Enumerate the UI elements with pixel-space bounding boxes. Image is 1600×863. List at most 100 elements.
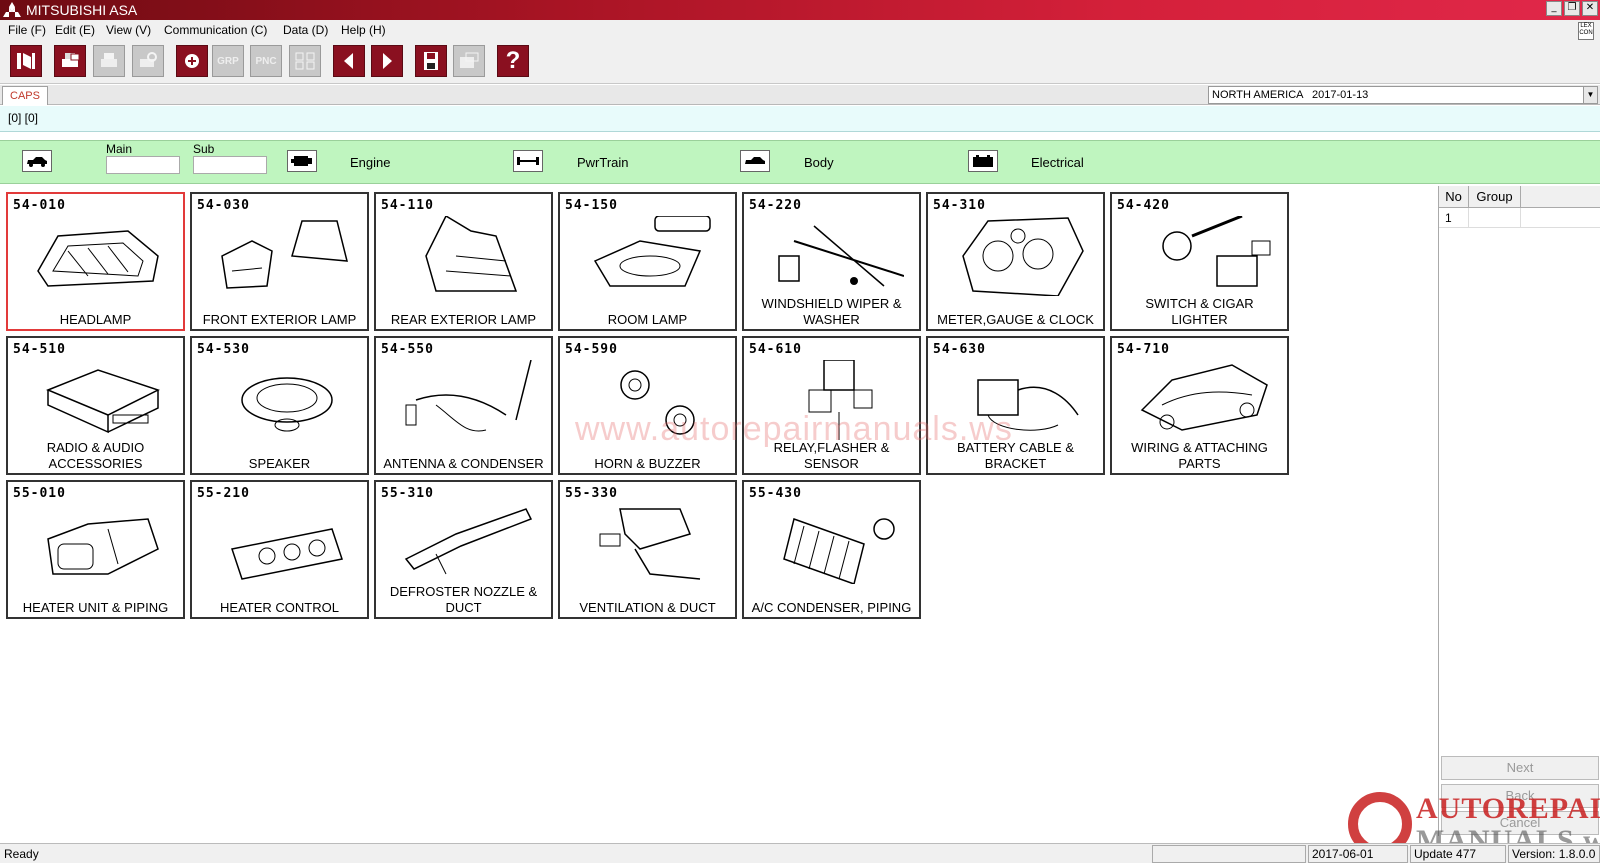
mitsubishi-logo-icon [3,2,21,17]
col-group-header[interactable]: Group [1469,186,1521,208]
tile-54-010[interactable]: 54-010 HEADLAMP [6,192,185,331]
car-icon [27,157,47,167]
next-page-button[interactable]: Next [1441,756,1599,780]
tile-54-310[interactable]: 54-310 METER,GAUGE & CLOCK [926,192,1105,331]
tile-code: 55-210 [197,486,250,501]
restore-button[interactable]: ❐ [1564,1,1580,16]
save-button[interactable] [415,45,447,77]
tile-code: 54-030 [197,198,250,213]
speaker-icon [241,377,333,432]
tile-code: 54-590 [565,342,618,357]
tile-54-610[interactable]: 54-610 RELAY,FLASHER & SENSOR [742,336,921,475]
tile-55-430[interactable]: 55-430 A/C CONDENSER, PIPING [742,480,921,619]
menu-edit[interactable]: Edit (E) [55,23,95,37]
previous-button[interactable] [333,45,365,77]
open-folder-button[interactable] [453,45,485,77]
menu-help[interactable]: Help (H) [341,23,386,37]
tile-55-330[interactable]: 55-330 VENTILATION & DUCT [558,480,737,619]
tile-54-590[interactable]: 54-590 HORN & BUZZER [558,336,737,475]
tile-54-630[interactable]: 54-630 BATTERY CABLE & BRACKET [926,336,1105,475]
pwrtrain-label[interactable]: PwrTrain [577,155,629,170]
tile-54-530[interactable]: 54-530 SPEAKER [190,336,369,475]
tile-54-710[interactable]: 54-710 WIRING & ATTACHING PARTS [1110,336,1289,475]
tile-code: 54-110 [381,198,434,213]
tile-code: 54-510 [13,342,66,357]
electrical-label[interactable]: Electrical [1031,155,1084,170]
minimize-button[interactable]: _ [1546,1,1562,16]
category-bar: Main Sub Engine PwrTrain Body Electrical [0,140,1600,184]
tile-label: SWITCH & CIGAR LIGHTER [1145,296,1254,327]
pnc-button[interactable]: PNC [250,45,282,77]
close-button[interactable]: ✕ [1582,1,1598,16]
menu-file[interactable]: File (F) [8,23,46,37]
zoom-in-button[interactable] [176,45,208,77]
help-button[interactable]: ? [497,45,529,77]
tile-code: 55-310 [381,486,434,501]
tile-code: 54-610 [749,342,802,357]
row-group [1469,208,1521,228]
status-update: Update 477 [1410,845,1506,863]
body-button[interactable] [740,150,770,172]
sub-input[interactable] [193,156,267,174]
group-list-panel: No Group 1 Next Back Cancel [1438,186,1600,836]
menu-view[interactable]: View (V) [106,23,151,37]
window-controls: _ ❐ ✕ [1546,1,1598,16]
vehicle-button[interactable] [22,150,52,172]
tile-label: HEATER CONTROL [220,600,339,615]
gauge-cluster-icon [962,217,1084,296]
print-button[interactable] [93,45,125,77]
engine-button[interactable] [287,150,317,172]
tile-54-150[interactable]: 54-150 ROOM LAMP [558,192,737,331]
grp-button[interactable]: GRP [212,45,244,77]
tile-code: 54-710 [1117,342,1170,357]
status-version: Version: 1.8.0.0 [1508,845,1600,863]
tile-54-110[interactable]: 54-110 REAR EXTERIOR LAMP [374,192,553,331]
region-select[interactable]: NORTH AMERICA 2017-01-13 ▼ [1208,86,1598,104]
menu-data[interactable]: Data (D) [283,23,328,37]
tile-54-220[interactable]: 54-220 WINDSHIELD WIPER & WASHER [742,192,921,331]
exterior-lamp-icon [221,220,348,289]
exit-button[interactable] [10,45,42,77]
tile-55-310[interactable]: 55-310 DEFROSTER NOZZLE & DUCT [374,480,553,619]
tile-54-550[interactable]: 54-550 ANTENNA & CONDENSER [374,336,553,475]
wiper-icon [778,225,904,287]
tile-54-420[interactable]: 54-420 SWITCH & CIGAR LIGHTER [1110,192,1289,331]
toolbar: GRP PNC ? [0,40,1600,84]
grp-label: GRP [217,55,239,67]
tile-label: HEATER UNIT & PIPING [22,600,169,615]
col-no-header[interactable]: No [1439,186,1469,208]
status-text: Ready [4,847,39,861]
printer-disabled-icon [101,53,117,67]
engine-label[interactable]: Engine [350,155,390,170]
tile-55-010[interactable]: 55-010 HEATER UNIT & PIPING [6,480,185,619]
lexcon-icon[interactable]: LEX CON [1578,22,1594,40]
group-list-header: No Group [1439,186,1600,208]
tile-54-030[interactable]: 54-030 FRONT EXTERIOR LAMP [190,192,369,331]
tile-label: A/C CONDENSER, PIPING [751,600,912,615]
radio-icon [46,369,160,434]
tile-code: 55-430 [749,486,802,501]
watermark-brand-line1: AUTOREPAIR [1416,792,1600,825]
tile-55-210[interactable]: 55-210 HEATER CONTROL [190,480,369,619]
group-list-row[interactable]: 1 [1439,208,1600,228]
watermark-url: www.autorepairmanuals.ws [575,410,1013,448]
body-label[interactable]: Body [804,155,834,170]
electrical-button[interactable] [968,150,998,172]
menu-communication[interactable]: Communication (C) [164,23,267,37]
next-button[interactable] [371,45,403,77]
region-value: NORTH AMERICA 2017-01-13 [1212,89,1369,101]
main-input[interactable] [106,156,180,174]
chevron-down-icon[interactable]: ▼ [1583,87,1597,103]
print-setup-button[interactable] [132,45,164,77]
print-preview-button[interactable] [54,45,86,77]
switch-icon [1162,216,1271,287]
antenna-icon [405,360,532,432]
tile-label: ROOM LAMP [607,312,688,327]
tile-label: DEFROSTER NOZZLE & DUCT [389,584,538,615]
tile-label: HORN & BUZZER [594,456,701,471]
pwrtrain-button[interactable] [513,150,543,172]
tile-54-510[interactable]: 54-510 RADIO & AUDIO ACCESSORIES [6,336,185,475]
tile-code: 54-420 [1117,198,1170,213]
layout-button[interactable] [289,45,321,77]
tab-caps[interactable]: CAPS [2,86,48,105]
